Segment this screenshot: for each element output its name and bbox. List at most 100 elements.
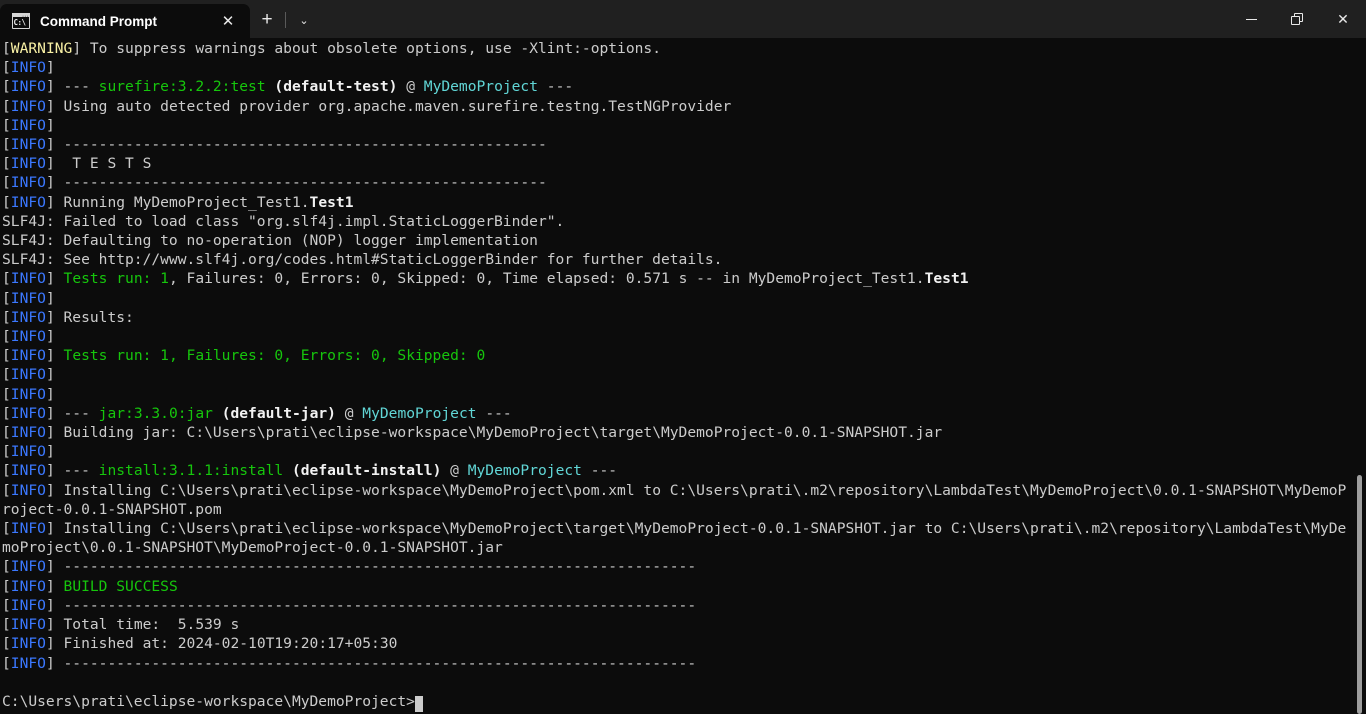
- terminal-span: INFO: [10, 97, 46, 115]
- terminal-line: [INFO]: [2, 58, 1352, 77]
- terminal-line: [INFO] Tests run: 1, Failures: 0, Errors…: [2, 346, 1352, 365]
- terminal-pane[interactable]: [WARNING] To suppress warnings about obs…: [0, 38, 1366, 714]
- terminal-line: [INFO] --- surefire:3.2.2:test (default-…: [2, 77, 1352, 96]
- terminal-span: [: [2, 174, 11, 192]
- terminal-span: Tests run: 1, Failures: 0, Errors: 0, Sk…: [63, 347, 486, 365]
- terminal-span: [: [2, 424, 11, 442]
- terminal-span: [: [2, 558, 11, 576]
- terminal-span: [: [2, 40, 11, 57]
- terminal-span: INFO: [10, 635, 46, 653]
- window-controls: ✕: [1228, 0, 1366, 38]
- terminal-span: (default-install): [291, 462, 442, 480]
- terminal-span: ]: [45, 328, 64, 346]
- terminal-span: [: [2, 97, 11, 115]
- terminal-span: INFO: [10, 443, 46, 461]
- terminal-span: INFO: [10, 404, 46, 422]
- terminal-line: [INFO] Running MyDemoProject_Test1.Test1: [2, 193, 1352, 212]
- terminal-span: ] --------------------------------------…: [45, 558, 697, 576]
- command-prompt-icon-text: C:\: [13, 18, 27, 27]
- terminal-line: [INFO]: [2, 385, 1352, 404]
- terminal-span: Test1: [924, 270, 969, 288]
- terminal-span: BUILD SUCCESS: [63, 577, 178, 595]
- terminal-span: (default-test): [274, 78, 398, 96]
- terminal-span: INFO: [10, 347, 46, 365]
- prompt-text: C:\Users\prati\eclipse-workspace\MyDemoP…: [2, 692, 415, 710]
- terminal-span: Test1: [309, 193, 354, 211]
- terminal-span: INFO: [10, 308, 46, 326]
- scrollbar[interactable]: [1352, 38, 1366, 714]
- terminal-span: [: [2, 462, 11, 480]
- terminal-span: INFO: [10, 385, 46, 403]
- terminal-span: ---: [581, 462, 618, 480]
- terminal-span: [: [2, 481, 11, 499]
- terminal-line: [INFO] Total time: 5.539 s: [2, 615, 1352, 634]
- close-tab-icon[interactable]: ✕: [214, 8, 242, 34]
- terminal-span: INFO: [10, 654, 46, 672]
- terminal-span: INFO: [10, 596, 46, 614]
- terminal-span: [: [2, 385, 11, 403]
- command-prompt-icon: ••• C:\: [12, 13, 30, 29]
- terminal-line: [INFO] Installing C:\Users\prati\eclipse…: [2, 481, 1352, 519]
- terminal-span: [: [2, 116, 11, 134]
- terminal-span: [: [2, 654, 11, 672]
- terminal-span: ] To suppress warnings about obsolete op…: [72, 40, 661, 57]
- terminal-span: INFO: [10, 59, 46, 77]
- terminal-line: SLF4J: Failed to load class "org.slf4j.i…: [2, 212, 1352, 231]
- restore-icon[interactable]: [1274, 0, 1320, 38]
- terminal-span: INFO: [10, 136, 46, 154]
- terminal-span: [283, 462, 292, 479]
- terminal-span: [: [2, 347, 11, 365]
- terminal-span: INFO: [10, 78, 46, 96]
- terminal-span: INFO: [10, 558, 46, 576]
- terminal-span: ]: [45, 443, 64, 461]
- title-bar: ••• C:\ Command Prompt ✕ + ⌄ ✕: [0, 0, 1366, 38]
- terminal-span: MyDemoProject: [362, 404, 477, 422]
- terminal-span: INFO: [10, 366, 46, 384]
- terminal-span: [: [2, 155, 11, 173]
- terminal-line: [INFO] Building jar: C:\Users\prati\ecli…: [2, 423, 1352, 442]
- new-tab-icon[interactable]: +: [250, 4, 284, 36]
- terminal-line: [INFO]: [2, 442, 1352, 461]
- terminal-span: ]: [45, 366, 64, 384]
- terminal-span: INFO: [10, 328, 46, 346]
- tab-label: Command Prompt: [40, 13, 158, 29]
- terminal-line: [INFO] ---------------------------------…: [2, 596, 1352, 615]
- terminal-span: ] ---: [45, 462, 99, 480]
- chevron-down-icon[interactable]: ⌄: [287, 4, 321, 36]
- close-window-icon[interactable]: ✕: [1320, 0, 1366, 38]
- terminal-span: ]: [45, 577, 64, 595]
- terminal-span: ] Installing C:\Users\prati\eclipse-work…: [2, 481, 1347, 518]
- terminal-line: [INFO] ---------------------------------…: [2, 654, 1352, 673]
- terminal-line: [INFO]: [2, 116, 1352, 135]
- scrollbar-thumb[interactable]: [1357, 475, 1362, 714]
- terminal-span: INFO: [10, 481, 46, 499]
- terminal-output: [WARNING] To suppress warnings about obs…: [0, 39, 1352, 712]
- terminal-span: surefire:3.2.2:test: [98, 78, 266, 96]
- terminal-span: SLF4J: Failed to load class "org.slf4j.i…: [2, 212, 565, 230]
- terminal-span: Tests run: 1: [63, 270, 169, 288]
- terminal-span: (default-jar): [221, 404, 336, 422]
- terminal-span: install:3.1.1:install: [98, 462, 284, 480]
- terminal-line: [INFO] Results:: [2, 308, 1352, 327]
- terminal-span: @: [397, 78, 424, 96]
- terminal-line: [INFO] Using auto detected provider org.…: [2, 97, 1352, 116]
- terminal-line: SLF4J: See http://www.slf4j.org/codes.ht…: [2, 250, 1352, 269]
- tab-strip: ••• C:\ Command Prompt ✕ + ⌄: [0, 0, 321, 38]
- prompt-line[interactable]: C:\Users\prati\eclipse-workspace\MyDemoP…: [2, 692, 1352, 712]
- terminal-span: INFO: [10, 462, 46, 480]
- terminal-span: INFO: [10, 424, 46, 442]
- terminal-line: [INFO] --- install:3.1.1:install (defaul…: [2, 461, 1352, 480]
- terminal-span: ] Installing C:\Users\prati\eclipse-work…: [2, 520, 1347, 557]
- terminal-span: ]: [45, 59, 64, 77]
- terminal-span: [: [2, 520, 11, 538]
- minimize-icon[interactable]: [1228, 0, 1274, 38]
- terminal-span: [: [2, 270, 11, 288]
- tab-command-prompt[interactable]: ••• C:\ Command Prompt ✕: [0, 4, 250, 38]
- terminal-span: ] --------------------------------------…: [45, 136, 547, 154]
- terminal-span: ]: [45, 270, 64, 288]
- terminal-span: [: [2, 616, 11, 634]
- terminal-line: [INFO] ---------------------------------…: [2, 173, 1352, 192]
- terminal-span: MyDemoProject: [467, 462, 582, 480]
- terminal-span: ]: [45, 116, 64, 134]
